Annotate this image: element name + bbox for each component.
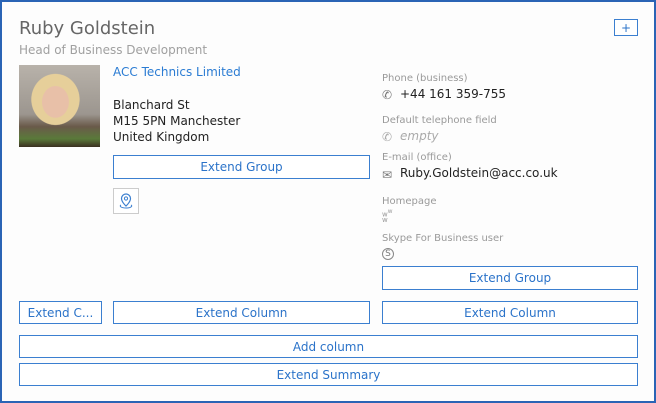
map-button[interactable] bbox=[113, 188, 139, 214]
address-country: United Kingdom bbox=[113, 129, 240, 145]
extend-group-button-right[interactable]: Extend Group bbox=[382, 266, 638, 290]
contact-title: Head of Business Development bbox=[19, 43, 207, 57]
extend-summary-button[interactable]: Extend Summary bbox=[19, 363, 638, 386]
globe-www-icon: www bbox=[382, 209, 393, 223]
default-tel-label: Default telephone field bbox=[382, 115, 497, 126]
default-tel-value: empty bbox=[400, 129, 439, 143]
phone-value[interactable]: +44 161 359-755 bbox=[400, 87, 506, 101]
phone-icon: ✆ bbox=[382, 130, 392, 144]
homepage-label: Homepage bbox=[382, 196, 437, 207]
extend-column-button-3[interactable]: Extend Column bbox=[382, 301, 638, 324]
address-city: M15 5PN Manchester bbox=[113, 113, 240, 129]
contact-photo bbox=[19, 65, 100, 147]
email-label: E-mail (office) bbox=[382, 152, 452, 163]
extend-column-button-1[interactable]: Extend C... bbox=[19, 301, 102, 324]
phone-label: Phone (business) bbox=[382, 73, 468, 84]
address-street: Blanchard St bbox=[113, 97, 240, 113]
skype-label: Skype For Business user bbox=[382, 233, 503, 244]
phone-icon: ✆ bbox=[382, 88, 392, 102]
skype-icon: S bbox=[382, 248, 394, 260]
company-link[interactable]: ACC Technics Limited bbox=[113, 65, 241, 79]
add-column-button[interactable]: Add column bbox=[19, 335, 638, 358]
extend-group-button-left[interactable]: Extend Group bbox=[113, 155, 370, 179]
extend-column-button-2[interactable]: Extend Column bbox=[113, 301, 370, 324]
email-value[interactable]: Ruby.Goldstein@acc.co.uk bbox=[400, 166, 558, 180]
add-button[interactable]: + bbox=[614, 19, 638, 36]
address: Blanchard St M15 5PN Manchester United K… bbox=[113, 97, 240, 145]
contact-name: Ruby Goldstein bbox=[19, 18, 155, 39]
mail-icon: ✉ bbox=[382, 168, 392, 182]
map-pin-icon bbox=[118, 192, 134, 210]
